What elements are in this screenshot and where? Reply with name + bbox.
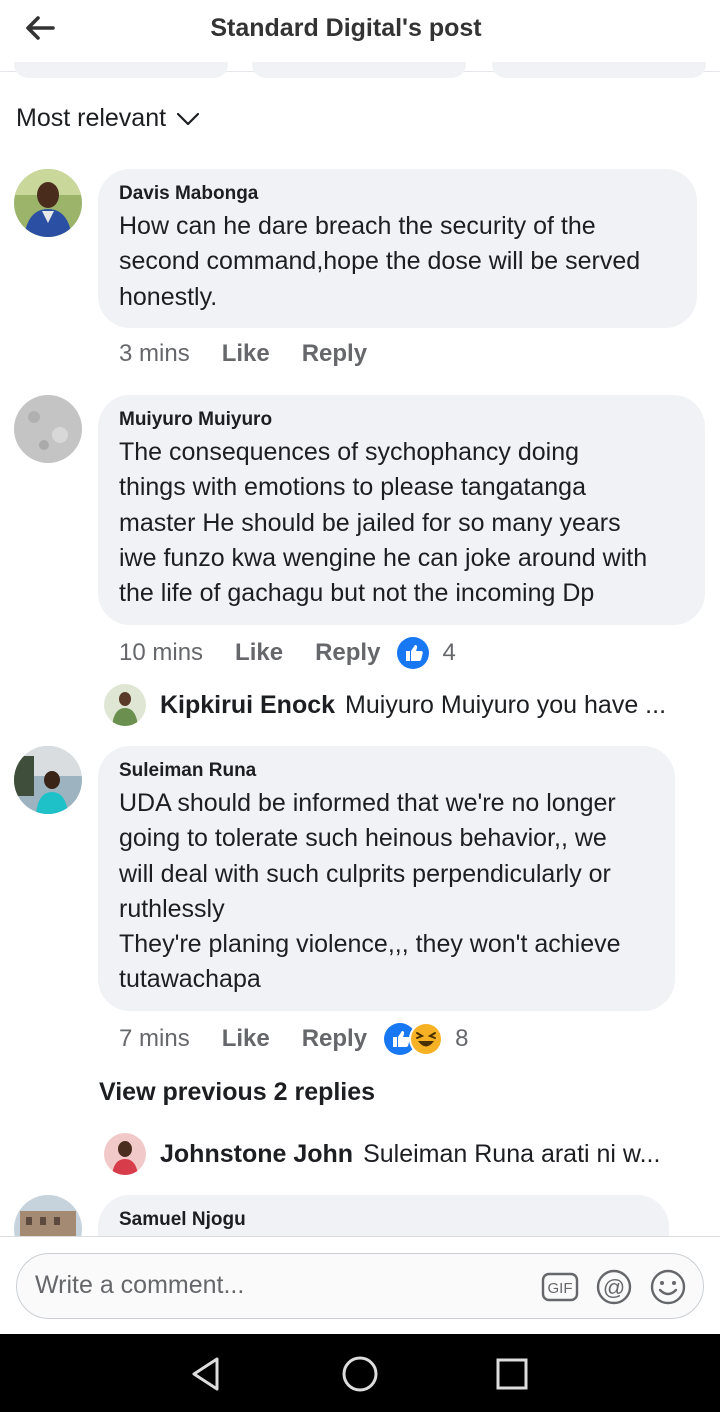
like-button[interactable]: Like [222, 340, 270, 368]
avatar[interactable] [104, 1133, 146, 1175]
sort-label: Most relevant [16, 104, 167, 132]
comment-input-box[interactable]: GIF @ [16, 1253, 704, 1319]
reply-button[interactable]: Reply [302, 340, 367, 368]
comment-author[interactable]: Muiyuro Muiyuro [119, 409, 685, 431]
reply-author[interactable]: Kipkirui Enock [160, 691, 335, 720]
comment-bubble[interactable]: Davis Mabonga How can he dare breach the… [98, 169, 697, 328]
avatar[interactable] [14, 746, 82, 814]
home-circle-icon[interactable] [338, 1352, 382, 1396]
gif-icon[interactable]: GIF [541, 1268, 579, 1306]
comment-composer: GIF @ [0, 1236, 720, 1334]
reply-button[interactable]: Reply [315, 639, 380, 667]
reaction-count: 8 [455, 1025, 469, 1052]
comment-bubble[interactable]: Muiyuro Muiyuro The consequences of sych… [98, 395, 705, 625]
comment-meta: 3 mins Like Reply [119, 340, 399, 368]
like-button[interactable]: Like [222, 1025, 270, 1053]
like-button[interactable]: Like [235, 639, 283, 667]
comment-input[interactable] [35, 1271, 535, 1300]
sort-dropdown[interactable]: Most relevant [16, 104, 200, 133]
reaction-tab[interactable] [14, 62, 228, 78]
comment-text: The consequences of sychophancy doing th… [119, 438, 648, 608]
comment-author[interactable]: Samuel Njogu [119, 1209, 649, 1231]
comment-text: How can he dare breach the security of t… [119, 212, 641, 311]
comment-author[interactable]: Davis Mabonga [119, 183, 677, 205]
reply-button[interactable]: Reply [302, 1025, 367, 1053]
header-bar: Standard Digital's post [0, 0, 720, 78]
reply-preview[interactable]: Johnstone John Suleiman Runa arati ni w.… [104, 1133, 704, 1175]
comment-time[interactable]: 10 mins [119, 639, 203, 667]
comment-text: UDA should be informed that we're no lon… [119, 789, 621, 994]
comment-time[interactable]: 7 mins [119, 1025, 190, 1053]
chevron-down-icon [176, 112, 200, 125]
reaction-count: 4 [442, 639, 456, 666]
reply-author[interactable]: Johnstone John [160, 1140, 353, 1169]
reply-text: Muiyuro Muiyuro you have ... [345, 690, 667, 719]
comment-bubble[interactable]: Suleiman Runa UDA should be informed tha… [98, 746, 675, 1011]
comment-author[interactable]: Suleiman Runa [119, 760, 655, 782]
emoji-icon[interactable] [649, 1268, 687, 1306]
avatar[interactable] [14, 169, 82, 237]
reaction-tab[interactable] [252, 62, 466, 78]
comment-time[interactable]: 3 mins [119, 340, 190, 368]
haha-reaction-icon [409, 1022, 444, 1056]
page-title: Standard Digital's post [210, 14, 482, 42]
mention-icon[interactable]: @ [595, 1268, 633, 1306]
comment-meta: 10 mins Like Reply 4 [119, 636, 456, 670]
system-navigation-bar [0, 1334, 720, 1412]
like-reaction-icon [397, 637, 430, 669]
back-triangle-icon[interactable] [184, 1352, 228, 1396]
reaction-summary[interactable]: 4 [396, 636, 456, 670]
reply-text: Suleiman Runa arati ni w... [363, 1139, 661, 1168]
svg-text:@: @ [603, 1275, 625, 1300]
view-previous-replies-link[interactable]: View previous 2 replies [99, 1078, 375, 1107]
reaction-tab[interactable] [492, 62, 706, 78]
reaction-summary[interactable]: 8 [383, 1022, 468, 1056]
recents-square-icon[interactable] [490, 1352, 534, 1396]
comment-meta: 7 mins Like Reply 8 [119, 1022, 468, 1056]
avatar[interactable] [104, 684, 146, 726]
reply-preview[interactable]: Kipkirui Enock Muiyuro Muiyuro you have … [104, 684, 704, 726]
avatar[interactable] [14, 395, 82, 463]
svg-text:GIF: GIF [548, 1280, 573, 1297]
